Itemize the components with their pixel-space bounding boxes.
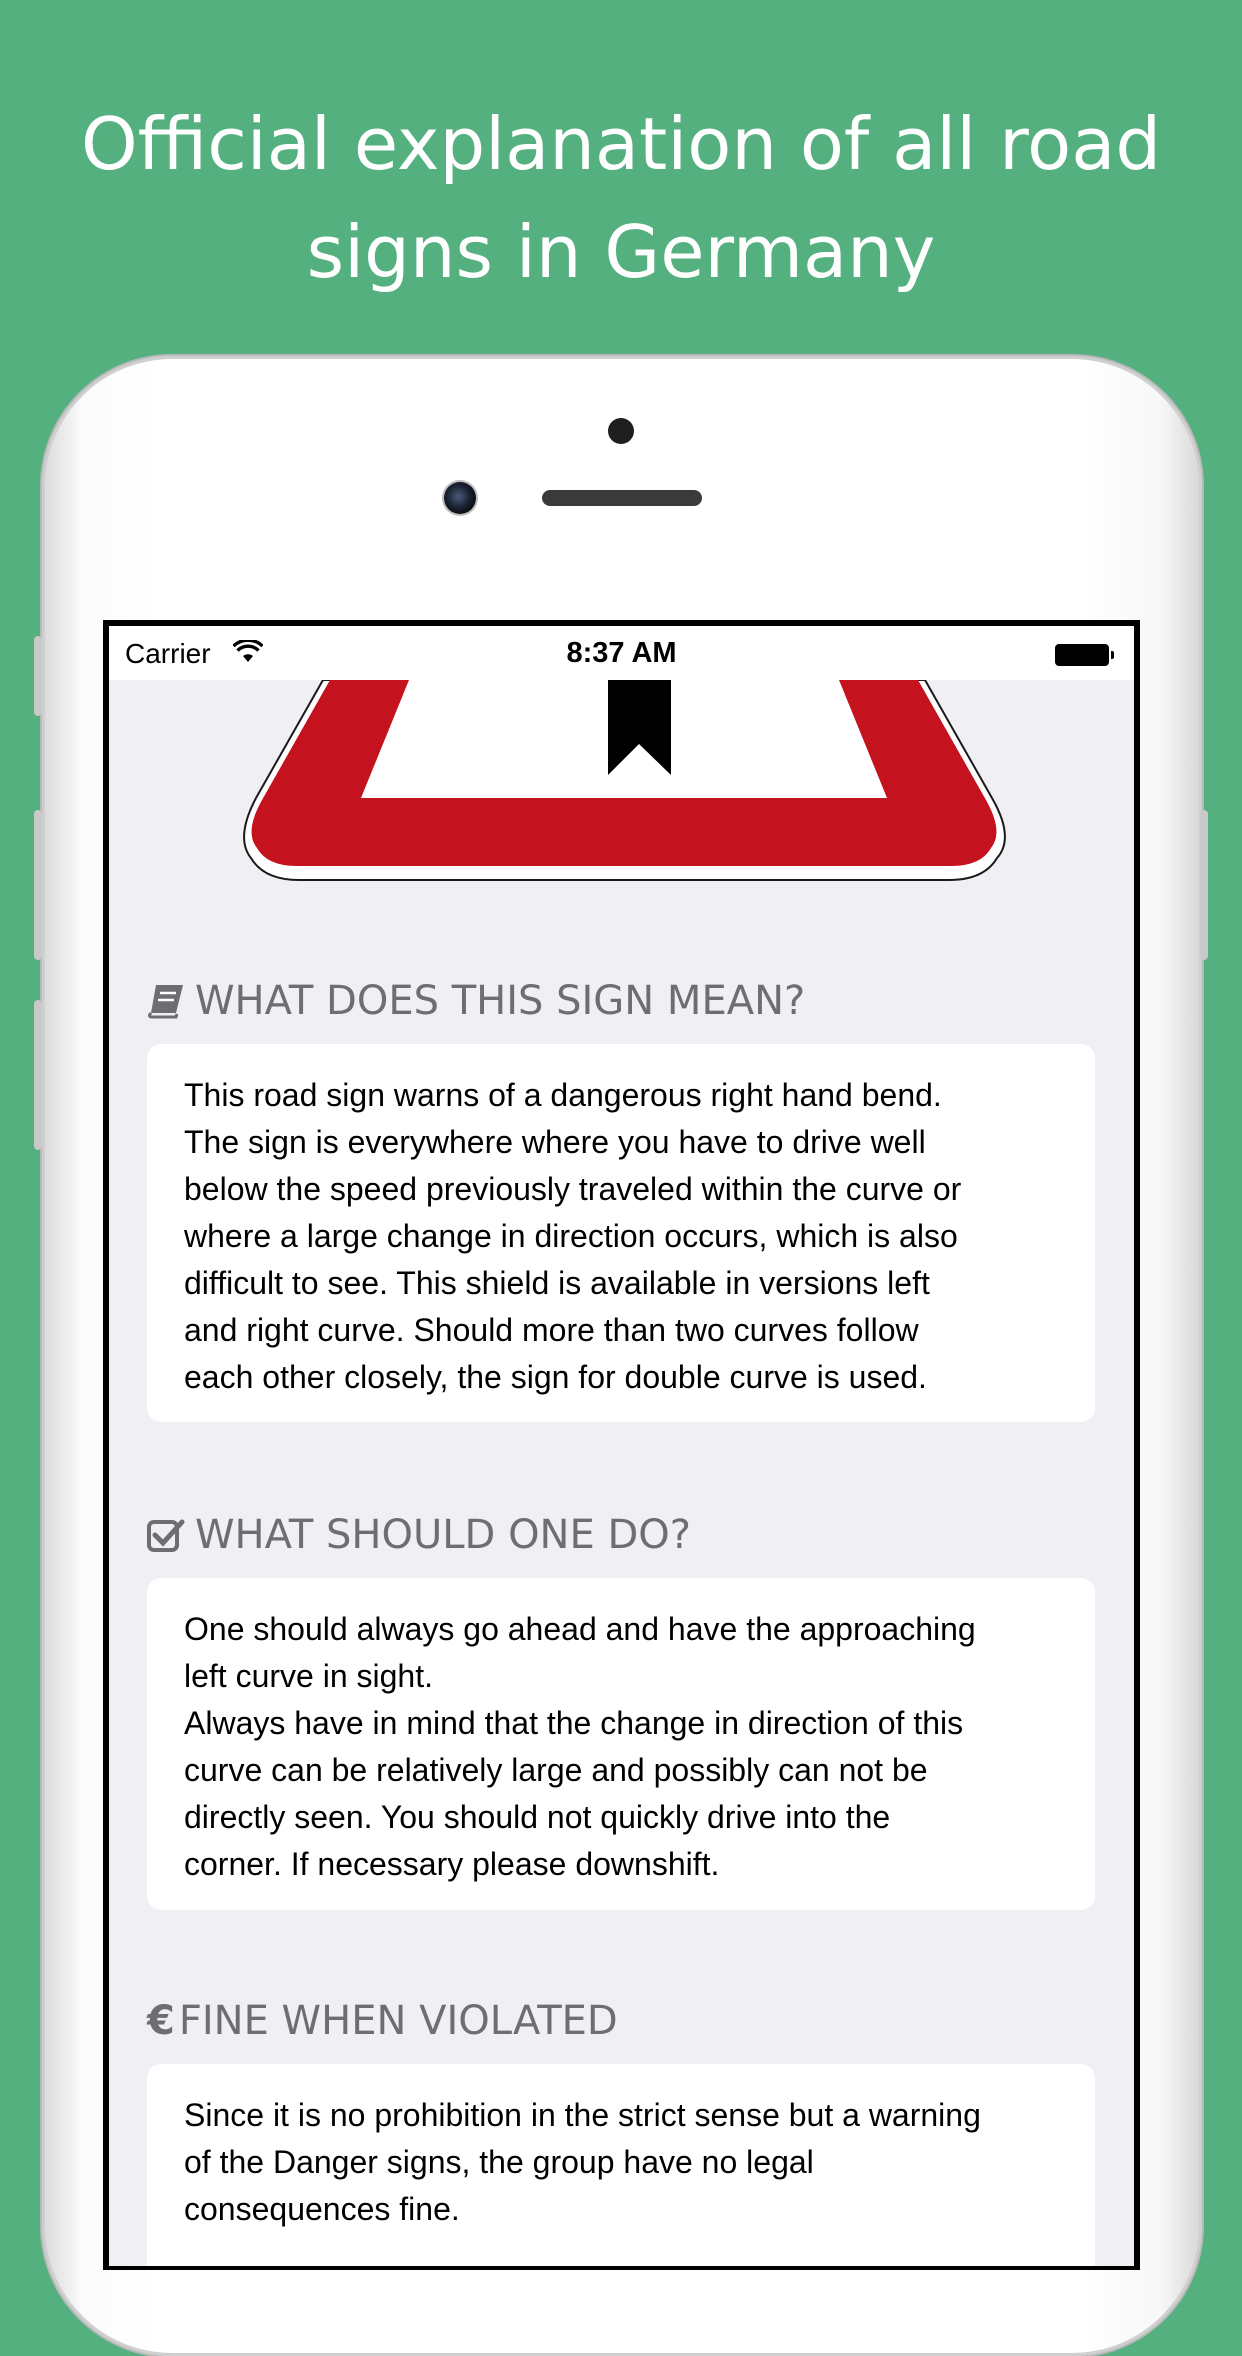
headline-line-1: Official explanation of all road [80, 102, 1162, 186]
section-title-fine: € FINE WHEN VIOLATED [147, 1998, 618, 2044]
volume-up-button [34, 810, 42, 960]
front-camera [444, 482, 476, 514]
status-time: 8:37 AM [566, 637, 677, 669]
proximity-sensor [608, 418, 634, 444]
meaning-text: This road sign warns of a dangerous righ… [184, 1077, 962, 1395]
fine-text: Since it is no prohibition in the strict… [184, 2097, 981, 2227]
headline-line-2: signs in Germany [306, 210, 936, 294]
action-text: One should always go ahead and have the … [184, 1611, 976, 1882]
section-title-text: FINE WHEN VIOLATED [178, 1998, 618, 2044]
volume-down-button [34, 1000, 42, 1150]
check-square-icon [147, 1517, 185, 1553]
curve-warning-sign-icon [243, 680, 1006, 881]
book-icon [147, 983, 185, 1019]
section-title-meaning: WHAT DOES THIS SIGN MEAN? [147, 978, 805, 1024]
meaning-card: This road sign warns of a dangerous righ… [147, 1044, 1095, 1422]
status-bar: Carrier 8:37 AM [109, 626, 1134, 680]
headline: Official explanation of all road signs i… [0, 90, 1242, 306]
phone-screen: Carrier 8:37 AM WHAT DOES THIS SIGN MEAN… [103, 620, 1140, 2270]
earpiece-speaker [542, 490, 702, 506]
power-button [1200, 810, 1208, 960]
section-title-action: WHAT SHOULD ONE DO? [147, 1512, 691, 1558]
battery-icon [1055, 644, 1114, 666]
action-card: One should always go ahead and have the … [147, 1578, 1095, 1910]
section-title-text: WHAT SHOULD ONE DO? [195, 1512, 691, 1558]
euro-icon: € [147, 1998, 175, 2044]
section-title-text: WHAT DOES THIS SIGN MEAN? [195, 978, 806, 1024]
app-view[interactable]: Carrier 8:37 AM WHAT DOES THIS SIGN MEAN… [109, 626, 1134, 2266]
fine-card: Since it is no prohibition in the strict… [147, 2064, 1095, 2266]
mute-switch [34, 636, 42, 716]
